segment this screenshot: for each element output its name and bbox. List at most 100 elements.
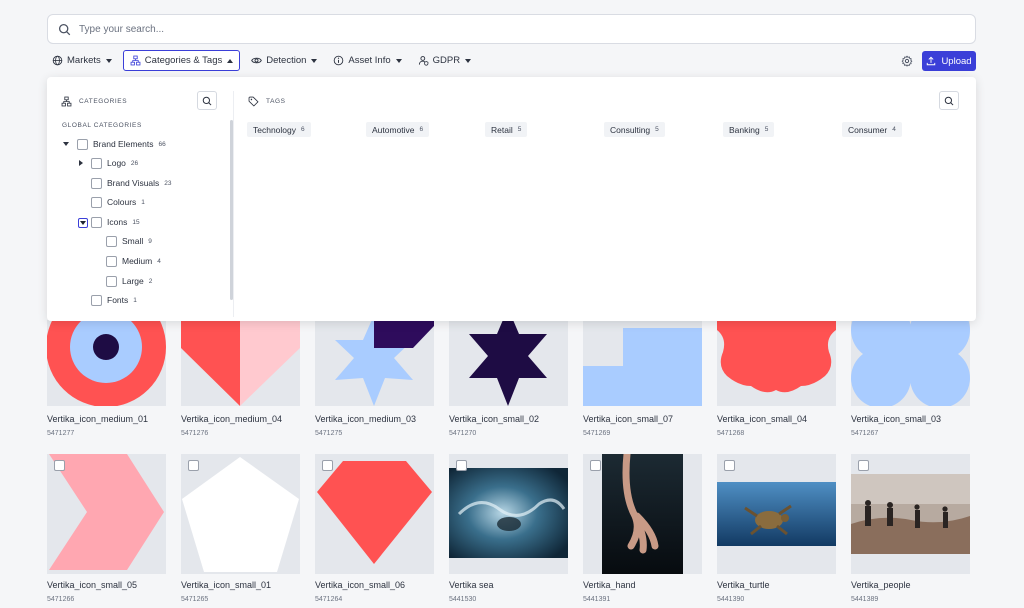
category-checkbox[interactable] [106,275,117,287]
asset-thumbnail[interactable] [47,454,166,574]
tag-chip[interactable]: Consulting 5 [604,122,665,137]
tag-chip[interactable]: Automotive 6 [366,122,430,137]
category-search-button[interactable] [197,91,217,110]
category-checkbox[interactable] [106,235,117,247]
select-checkbox[interactable] [858,460,869,471]
category-colours[interactable]: Colours 1 [91,195,145,209]
chevron-down-icon [465,58,472,63]
asset-info-filter-button[interactable]: Asset Info [328,50,406,71]
category-checkbox[interactable] [106,255,117,267]
asset-thumbnail[interactable] [449,454,568,574]
search-bar[interactable] [47,14,976,44]
select-checkbox[interactable] [590,460,601,471]
tag-label: Automotive [372,124,415,135]
select-checkbox[interactable] [322,460,333,471]
hierarchy-icon [61,96,72,107]
asset-name: Vertika sea [449,580,494,590]
search-icon [58,23,71,35]
asset-id: 5471266 [47,596,75,603]
tag-chip[interactable]: Banking 5 [723,122,775,137]
category-count: 15 [132,218,140,226]
category-label: Icons [107,217,128,227]
asset-id: 5471270 [449,430,477,437]
asset-name: Vertika_icon_small_02 [449,414,540,424]
tag-count: 5 [517,126,522,133]
search-icon [202,96,212,105]
category-checkbox[interactable] [91,157,102,169]
tag-search-button[interactable] [939,91,959,110]
user-shield-icon [418,56,428,66]
asset-name: Vertika_icon_small_07 [583,414,674,424]
select-checkbox[interactable] [188,460,199,471]
asset-name: Vertika_icon_small_06 [315,580,406,590]
asset-thumbnail[interactable] [583,320,702,406]
tag-chip[interactable]: Retail 5 [485,122,528,137]
asset-id: 5441391 [583,596,611,603]
expand-caret-icon[interactable] [79,160,83,166]
gear-icon[interactable] [901,55,913,67]
category-count: 66 [158,140,166,148]
asset-thumbnail[interactable] [47,320,166,406]
category-brand-elements[interactable]: Brand Elements 66 [77,137,166,151]
chevron-down-icon [105,58,112,63]
asset-thumbnail[interactable] [851,454,970,574]
category-label: Brand Visuals [107,178,160,188]
search-input[interactable] [79,23,929,35]
asset-name: Vertika_icon_medium_03 [315,414,417,424]
asset-id: 5471265 [181,596,209,603]
category-fonts[interactable]: Fonts 1 [91,293,137,307]
markets-filter-button[interactable]: Markets [47,50,117,71]
asset-thumbnail[interactable] [315,454,434,574]
category-brand-visuals[interactable]: Brand Visuals 23 [91,176,172,190]
categories-tags-filter-button[interactable]: Categories & Tags [122,50,241,71]
tag-chip[interactable]: Consumer 4 [842,122,902,137]
category-icons[interactable]: Icons 15 [91,215,140,229]
tag-label: Technology [253,124,297,135]
tag-label: Consulting [610,124,651,135]
select-checkbox[interactable] [456,460,467,471]
tag-count: 5 [655,126,659,133]
category-large[interactable]: Large 2 [106,274,152,288]
category-checkbox[interactable] [77,138,88,150]
category-checkbox[interactable] [91,196,102,208]
asset-thumbnail[interactable] [449,320,568,406]
tag-count: 6 [301,126,305,133]
tag-chip[interactable]: Technology 6 [247,122,311,137]
detection-filter-button[interactable]: Detection [246,50,322,71]
chevron-down-icon [311,58,318,63]
category-checkbox[interactable] [91,177,102,189]
tag-icon [248,96,259,107]
category-small[interactable]: Small 9 [106,234,152,248]
category-medium[interactable]: Medium 4 [106,254,161,268]
eye-icon [251,57,263,64]
asset-thumbnail[interactable] [315,320,434,406]
category-logo[interactable]: Logo 26 [91,156,138,170]
expand-toggle-button[interactable] [78,218,88,228]
category-label: Large [122,276,144,286]
category-checkbox[interactable] [91,216,102,228]
tag-label: Banking [729,124,760,135]
asset-thumbnail[interactable] [181,454,300,574]
upload-button[interactable]: Upload [922,51,976,71]
asset-thumbnail[interactable] [717,320,836,406]
collapse-caret-icon[interactable] [63,142,69,146]
filter-toolbar: Markets Categories & Tags Detection Asse… [47,50,482,71]
category-label: Medium [122,256,153,266]
asset-name: Vertika_turtle [717,580,770,590]
asset-id: 5471269 [583,430,611,437]
categories-tags-filter-label: Categories & Tags [144,55,223,66]
category-count: 4 [157,257,161,265]
select-checkbox[interactable] [54,460,65,471]
gdpr-filter-button[interactable]: GDPR [413,50,476,71]
asset-id: 5471264 [315,596,343,603]
hierarchy-icon [130,55,141,66]
asset-thumbnail[interactable] [851,320,970,406]
asset-thumbnail[interactable] [181,320,300,406]
asset-thumbnail[interactable] [583,454,702,574]
select-checkbox[interactable] [724,460,735,471]
asset-thumbnail[interactable] [717,454,836,574]
category-checkbox[interactable] [91,294,102,306]
asset-name: Vertika_icon_small_03 [851,414,942,424]
category-label: Fonts [107,295,129,305]
category-count: 26 [130,159,139,167]
